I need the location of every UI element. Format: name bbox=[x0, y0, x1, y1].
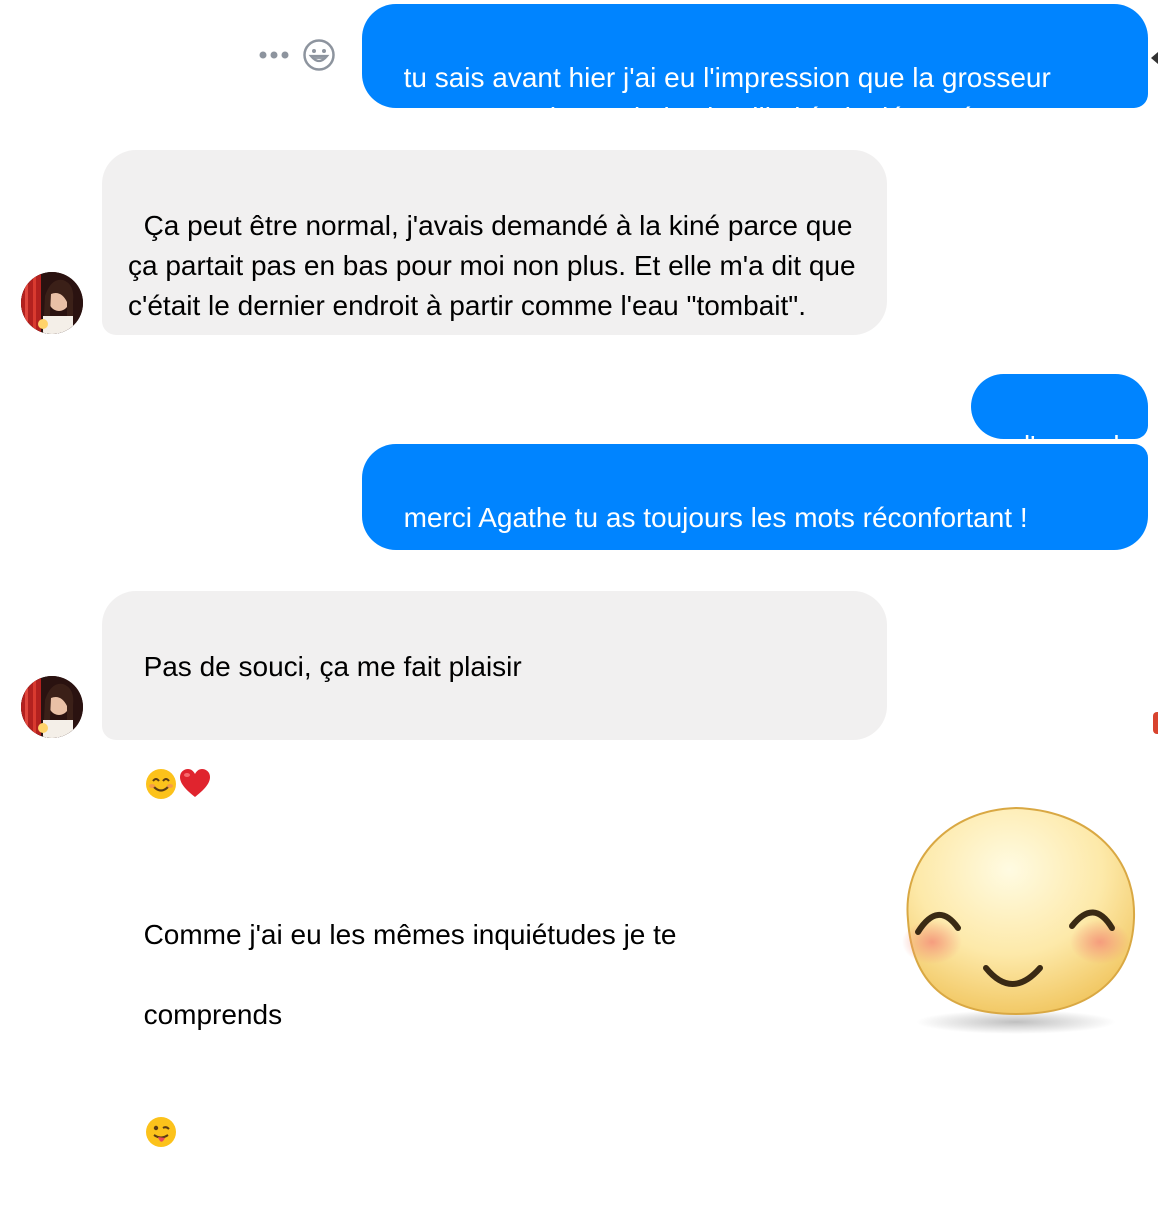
message-text-line: Comme j'ai eu les mêmes inquiétudes je t… bbox=[143, 919, 677, 950]
message-text-line: comprends bbox=[143, 999, 283, 1030]
red-heart-icon bbox=[178, 687, 212, 797]
avatar[interactable] bbox=[21, 272, 83, 334]
reaction-indicator bbox=[1153, 712, 1158, 734]
outgoing-message-bubble[interactable]: d'accord bbox=[971, 374, 1148, 461]
message-text: tu sais avant hier j'ai eu l'impression … bbox=[388, 62, 1059, 133]
message-text: merci Agathe tu as toujours les mots réc… bbox=[403, 502, 1028, 533]
more-options-icon[interactable] bbox=[258, 48, 290, 60]
message-text: Ça peut être normal, j'avais demandé à l… bbox=[128, 210, 864, 321]
smiling-face-icon bbox=[144, 687, 178, 799]
message-actions bbox=[258, 38, 338, 74]
react-emoji-icon[interactable] bbox=[302, 38, 336, 72]
scroll-arrow-icon bbox=[1150, 50, 1158, 66]
winking-tongue-face-icon bbox=[144, 1035, 178, 1147]
message-text-line: Pas de souci, ça me fait plaisir bbox=[143, 651, 522, 682]
smiling-blob-face-sticker[interactable] bbox=[888, 800, 1142, 1036]
avatar[interactable] bbox=[21, 676, 83, 738]
outgoing-message-bubble[interactable]: merci Agathe tu as toujours les mots réc… bbox=[362, 444, 1148, 688]
outgoing-message-bubble[interactable]: tu sais avant hier j'ai eu l'impression … bbox=[362, 4, 1148, 133]
incoming-message-bubble[interactable]: Pas de souci, ça me fait plaisir Comme j… bbox=[102, 591, 887, 1147]
incoming-message-bubble[interactable]: Ça peut être normal, j'avais demandé à l… bbox=[102, 150, 887, 335]
